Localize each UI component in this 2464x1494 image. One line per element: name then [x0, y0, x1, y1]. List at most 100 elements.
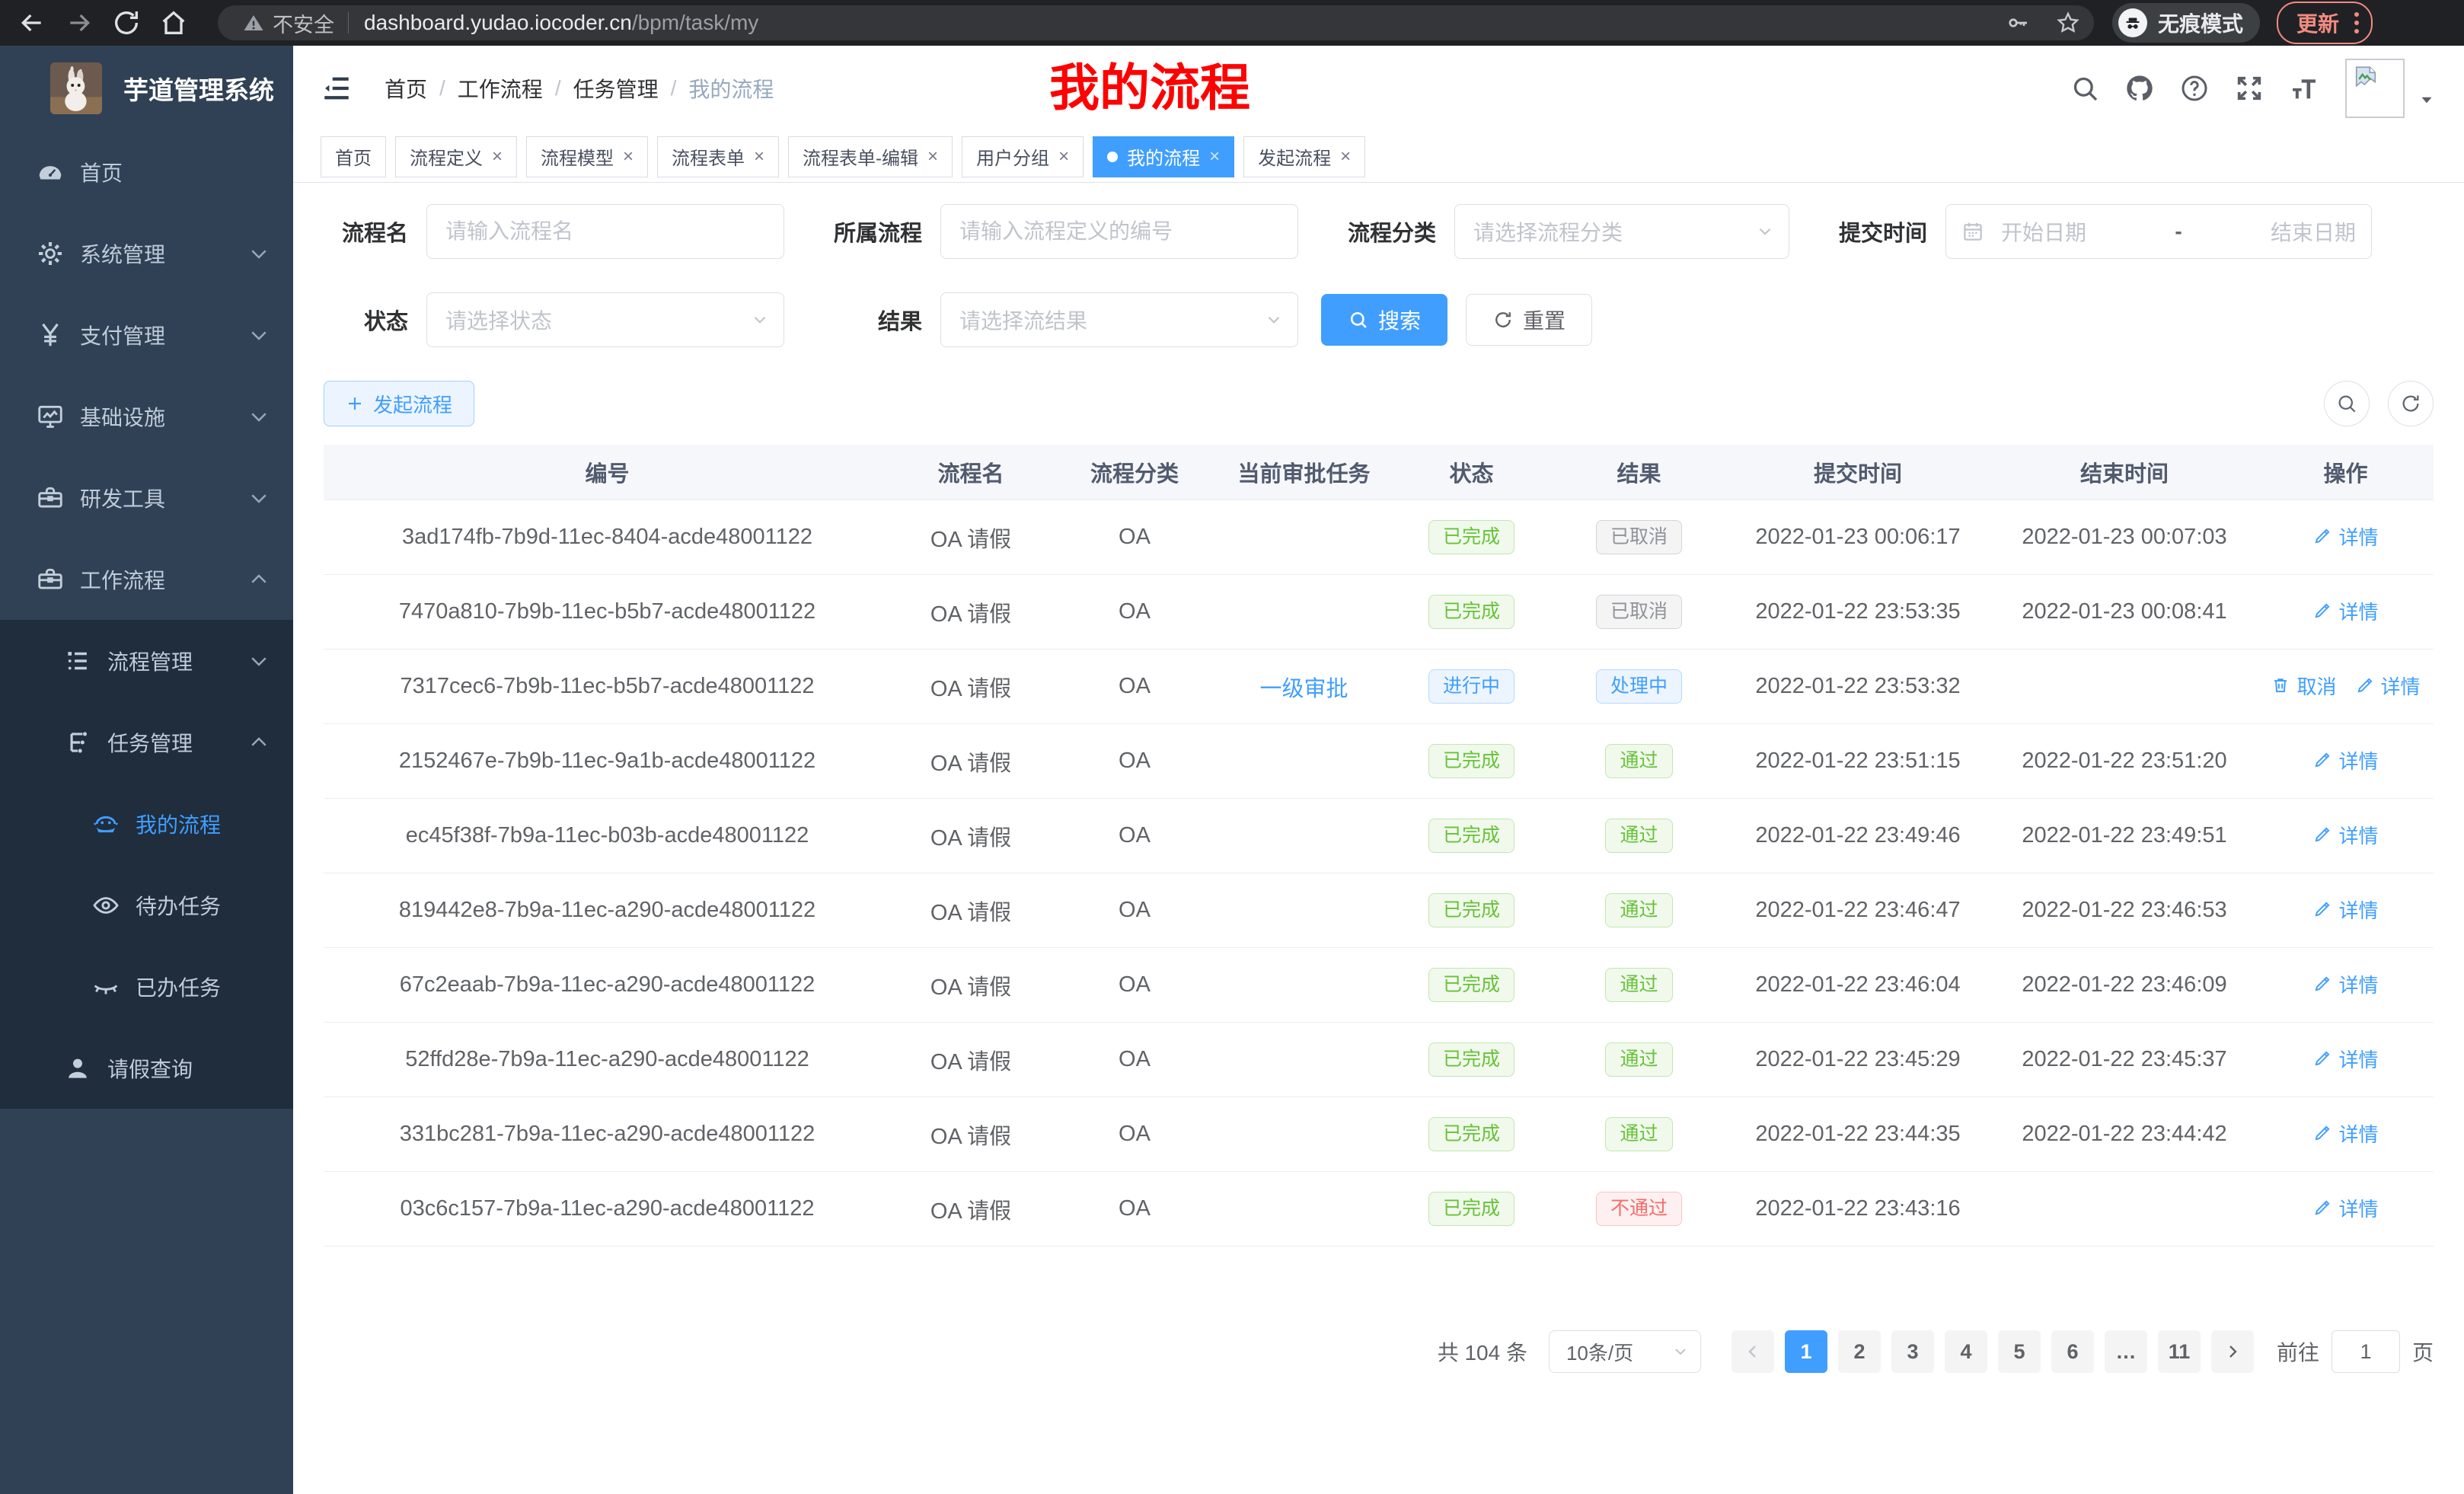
- edit-icon: [2312, 750, 2338, 770]
- forward-icon[interactable]: [64, 8, 94, 38]
- edit-icon: [2312, 974, 2338, 994]
- sidebar-item-研发工具[interactable]: 研发工具: [0, 457, 293, 538]
- close-icon[interactable]: ×: [1340, 146, 1351, 168]
- sidebar-item-我的流程[interactable]: 我的流程: [0, 783, 293, 864]
- breadcrumb-item[interactable]: 任务管理: [573, 73, 659, 104]
- kebab-menu-icon[interactable]: [2354, 12, 2359, 34]
- collapse-sidebar-icon[interactable]: [321, 72, 353, 104]
- search-icon[interactable]: [2070, 73, 2100, 104]
- result-badge: 通过: [1605, 744, 1672, 778]
- cell-actions: 详情: [2258, 724, 2434, 799]
- result-select[interactable]: 请选择流结果: [940, 292, 1298, 347]
- home-icon[interactable]: [158, 8, 189, 38]
- tab-流程定义[interactable]: 流程定义×: [395, 136, 517, 177]
- sidebar-item-流程管理[interactable]: 流程管理: [0, 620, 293, 701]
- update-label[interactable]: 更新: [2296, 8, 2339, 38]
- action-详情[interactable]: 详情: [2312, 1045, 2378, 1073]
- refresh-table-button[interactable]: [2388, 381, 2434, 426]
- next-page-button[interactable]: [2211, 1330, 2254, 1373]
- status-badge: 已完成: [1428, 1192, 1514, 1226]
- tab-流程模型[interactable]: 流程模型×: [526, 136, 648, 177]
- status-select[interactable]: 请选择状态: [426, 292, 784, 347]
- tab-我的流程[interactable]: 我的流程×: [1093, 136, 1234, 177]
- close-icon[interactable]: ×: [1058, 146, 1069, 168]
- page-button-3[interactable]: 3: [1891, 1330, 1934, 1373]
- tab-流程表单[interactable]: 流程表单×: [657, 136, 779, 177]
- close-icon[interactable]: ×: [492, 146, 503, 168]
- security-label[interactable]: 不安全: [273, 8, 334, 38]
- page-button-4[interactable]: 4: [1945, 1330, 1987, 1373]
- address-bar[interactable]: 不安全 dashboard.yudao.iocoder.cn/bpm/task/…: [218, 5, 2094, 40]
- avatar[interactable]: [2345, 59, 2405, 118]
- tab-首页[interactable]: 首页: [321, 136, 386, 177]
- cell-task: [1218, 1172, 1390, 1247]
- tab-发起流程[interactable]: 发起流程×: [1243, 136, 1365, 177]
- close-icon[interactable]: ×: [1209, 146, 1220, 168]
- active-dot: [1107, 152, 1118, 162]
- action-详情[interactable]: 详情: [2355, 672, 2421, 700]
- annotation-text: 我的流程: [1049, 47, 1250, 120]
- create-process-button[interactable]: 发起流程: [324, 381, 474, 426]
- category-select[interactable]: 请选择流程分类: [1454, 204, 1789, 259]
- action-详情[interactable]: 详情: [2312, 1194, 2378, 1222]
- font-size-icon[interactable]: [2289, 73, 2319, 104]
- action-详情[interactable]: 详情: [2312, 597, 2378, 625]
- browser-menu[interactable]: 更新: [2277, 2, 2373, 44]
- tab-流程表单-编辑[interactable]: 流程表单-编辑×: [788, 136, 953, 177]
- show-search-button[interactable]: [2324, 381, 2370, 426]
- tab-用户分组[interactable]: 用户分组×: [962, 136, 1084, 177]
- action-取消[interactable]: 取消: [2271, 672, 2336, 700]
- help-icon[interactable]: [2179, 73, 2210, 104]
- page-button-1[interactable]: 1: [1785, 1330, 1827, 1373]
- close-icon[interactable]: ×: [927, 146, 938, 168]
- breadcrumb-item[interactable]: 工作流程: [458, 73, 543, 104]
- page-button-5[interactable]: 5: [1998, 1330, 2041, 1373]
- jump-input[interactable]: [2332, 1330, 2400, 1373]
- cell-submit-time: 2022-01-22 23:53:35: [1725, 575, 1991, 650]
- sidebar-item-请假查询[interactable]: 请假查询: [0, 1027, 293, 1109]
- breadcrumb-item[interactable]: 首页: [385, 73, 427, 104]
- page-button-11[interactable]: 11: [2158, 1330, 2201, 1373]
- close-icon[interactable]: ×: [754, 146, 764, 168]
- bookmark-star-icon[interactable]: [2056, 11, 2080, 35]
- sidebar-item-已办任务[interactable]: 已办任务: [0, 946, 293, 1027]
- fullscreen-icon[interactable]: [2234, 73, 2265, 104]
- process-input[interactable]: [940, 204, 1298, 259]
- column-header: 结束时间: [1991, 445, 2258, 500]
- column-header: 流程名: [891, 445, 1051, 500]
- page-button-2[interactable]: 2: [1838, 1330, 1881, 1373]
- sidebar-item-基础设施[interactable]: 基础设施: [0, 375, 293, 457]
- sidebar-item-首页[interactable]: 首页: [0, 131, 293, 212]
- pagination: 共 104 条 10条/页 123456…11 前往 页: [324, 1330, 2434, 1373]
- toolbox-icon: [36, 484, 65, 512]
- github-icon[interactable]: [2124, 73, 2155, 104]
- action-详情[interactable]: 详情: [2312, 821, 2378, 849]
- reload-icon[interactable]: [111, 8, 142, 38]
- action-详情[interactable]: 详情: [2312, 970, 2378, 998]
- sidebar-item-待办任务[interactable]: 待办任务: [0, 864, 293, 946]
- reset-button[interactable]: 重置: [1466, 294, 1592, 346]
- search-button[interactable]: 搜索: [1321, 294, 1447, 346]
- sidebar-item-工作流程[interactable]: 工作流程: [0, 538, 293, 620]
- logo-row[interactable]: 芋道管理系统: [0, 46, 293, 131]
- action-详情[interactable]: 详情: [2312, 1119, 2378, 1148]
- name-input[interactable]: [426, 204, 784, 259]
- prev-page-button[interactable]: [1732, 1330, 1774, 1373]
- cell-status: 已完成: [1390, 500, 1553, 575]
- date-range-picker[interactable]: 开始日期 - 结束日期: [1945, 204, 2372, 259]
- page-ellipsis[interactable]: …: [2105, 1330, 2147, 1373]
- action-详情[interactable]: 详情: [2312, 746, 2378, 774]
- back-icon[interactable]: [17, 8, 47, 38]
- sidebar-item-任务管理[interactable]: 任务管理: [0, 701, 293, 783]
- page-size-select[interactable]: 10条/页: [1549, 1330, 1701, 1373]
- sidebar-item-支付管理[interactable]: 支付管理: [0, 294, 293, 375]
- action-详情[interactable]: 详情: [2312, 895, 2378, 924]
- close-icon[interactable]: ×: [623, 146, 634, 168]
- chevron-down-icon[interactable]: [2417, 90, 2437, 110]
- action-详情[interactable]: 详情: [2312, 522, 2378, 551]
- page-button-6[interactable]: 6: [2051, 1330, 2094, 1373]
- sidebar-item-系统管理[interactable]: 系统管理: [0, 212, 293, 294]
- table-tools: [2324, 381, 2434, 426]
- task-link[interactable]: 一级审批: [1259, 677, 1348, 701]
- key-icon[interactable]: [2006, 11, 2030, 35]
